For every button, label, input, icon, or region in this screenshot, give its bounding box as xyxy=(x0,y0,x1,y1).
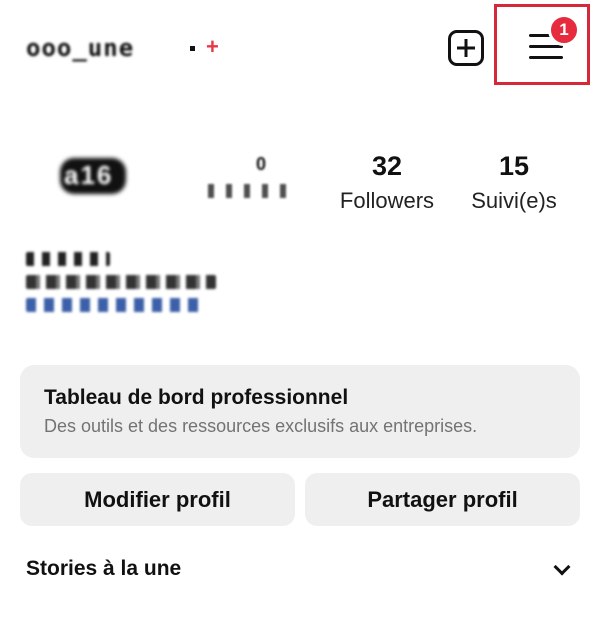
menu-bar xyxy=(529,56,563,59)
notification-badge: 1 xyxy=(548,14,580,46)
following-count: 15 xyxy=(498,151,530,181)
chevron-down-icon[interactable] xyxy=(553,558,571,576)
bio-name-redacted xyxy=(26,252,110,266)
bio-link-redacted[interactable] xyxy=(26,298,206,312)
followers-count: 32 xyxy=(371,151,403,181)
menu-bar xyxy=(529,45,563,48)
avatar[interactable]: a16 xyxy=(34,128,144,228)
profile-header: ooo_une + 1 xyxy=(0,0,600,100)
profile-bio xyxy=(26,252,226,321)
account-indicator: + xyxy=(190,36,230,58)
bio-text-redacted xyxy=(26,275,216,289)
avatar-text: a16 xyxy=(64,160,114,190)
dot-icon xyxy=(190,46,195,51)
followers-label: Followers xyxy=(339,188,435,213)
posts-label-redacted xyxy=(208,184,298,198)
story-highlights-row[interactable]: Stories à la une xyxy=(26,555,576,587)
following-stat[interactable]: 15 Suivi(e)s xyxy=(462,150,566,216)
dashboard-title: Tableau de bord professionnel xyxy=(44,386,349,409)
create-post-button[interactable] xyxy=(448,30,484,66)
highlights-title: Stories à la une xyxy=(26,557,182,580)
posts-count-redacted: 0 xyxy=(256,154,267,174)
professional-dashboard-card[interactable]: Tableau de bord professionnel Des outils… xyxy=(20,365,580,458)
username-switcher[interactable]: ooo_une xyxy=(26,34,134,62)
new-account-icon: + xyxy=(206,34,219,59)
posts-stat[interactable]: 0 xyxy=(208,150,300,210)
share-profile-button[interactable]: Partager profil xyxy=(305,473,580,526)
dashboard-subtitle: Des outils et des ressources exclusifs a… xyxy=(44,416,478,436)
following-label: Suivi(e)s xyxy=(471,188,557,213)
edit-profile-button[interactable]: Modifier profil xyxy=(20,473,295,526)
followers-stat[interactable]: 32 Followers xyxy=(330,150,444,216)
